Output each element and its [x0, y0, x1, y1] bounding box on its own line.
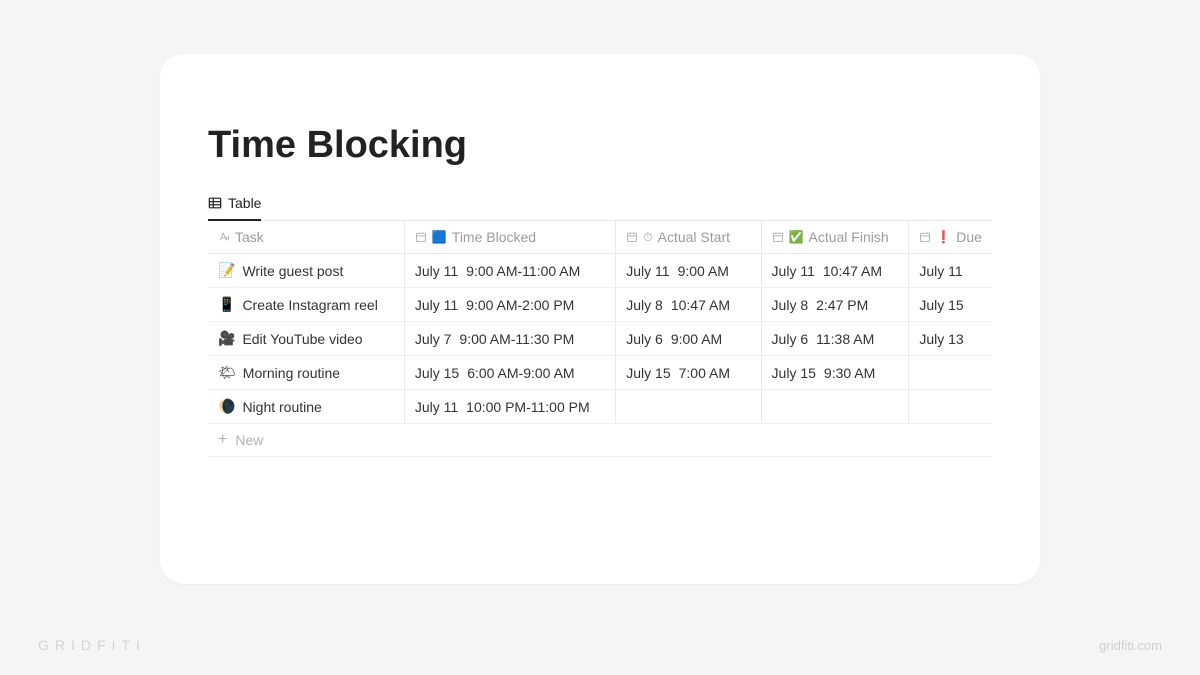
time-blocked-cell[interactable]: July 7 9:00 AM-11:30 PM — [404, 322, 615, 356]
actual-start-cell[interactable]: July 11 9:00 AM — [616, 254, 761, 288]
time-blocked-cell[interactable]: July 11 10:00 PM-11:00 PM — [404, 390, 615, 424]
column-header-due[interactable]: ❗ Due — [909, 221, 992, 254]
task-emoji-icon: 🌘 — [218, 398, 235, 415]
blocked-time: 9:00 AM-11:00 AM — [466, 263, 580, 279]
view-tabs: Table — [208, 195, 992, 221]
blocked-time: 10:00 PM-11:00 PM — [466, 399, 589, 415]
blocked-date: July 7 — [415, 331, 452, 347]
finish-time: 11:38 AM — [816, 331, 874, 347]
blocked-date: July 11 — [415, 399, 458, 415]
finish-date: July 8 — [772, 297, 809, 313]
task-emoji-icon: 📝 — [218, 262, 235, 279]
table-row[interactable]: 🎥 Edit YouTube video July 7 9:00 AM-11:30 P… — [208, 322, 992, 356]
blocked-time: 9:00 AM-2:00 PM — [466, 297, 574, 313]
due-cell[interactable]: July 15 — [909, 288, 992, 322]
table-row[interactable]: 🌘 Night routine July 11 10:00 PM-11:00 PM — [208, 390, 992, 424]
start-date: July 8 — [626, 297, 663, 313]
task-name: Create Instagram reel — [242, 297, 377, 313]
blocked-date: July 15 — [415, 365, 459, 381]
tab-table-label: Table — [228, 195, 261, 211]
table-row[interactable]: 📝 Write guest post July 11 9:00 AM-11:00 AM… — [208, 254, 992, 288]
due-cell[interactable] — [909, 356, 992, 390]
plus-icon: + — [218, 432, 227, 448]
start-time: 10:47 AM — [671, 297, 730, 313]
time-blocking-table: Task 🟦 Time Blocked — [208, 221, 992, 424]
blue-square-icon: 🟦 — [432, 230, 447, 244]
exclamation-icon: ❗ — [936, 230, 951, 244]
task-cell[interactable]: 🌘 Night routine — [208, 390, 404, 424]
task-cell[interactable]: 📝 Write guest post — [208, 254, 404, 288]
due-cell[interactable] — [909, 390, 992, 424]
task-emoji-icon: 🌤 — [218, 364, 236, 381]
table-row[interactable]: 📱 Create Instagram reel July 11 9:00 AM-2:0… — [208, 288, 992, 322]
date-property-icon — [919, 231, 931, 243]
start-date: July 15 — [626, 365, 670, 381]
add-new-row[interactable]: + New — [208, 424, 992, 457]
start-time: 9:00 AM — [671, 331, 722, 347]
task-name: Morning routine — [243, 365, 340, 381]
task-emoji-icon: 🎥 — [218, 330, 235, 347]
checkmark-icon: ✅ — [789, 230, 804, 244]
column-header-actual-start-label: Actual Start — [658, 229, 730, 245]
due-cell[interactable]: July 11 — [909, 254, 992, 288]
actual-start-cell[interactable]: July 6 9:00 AM — [616, 322, 761, 356]
finish-date: July 6 — [772, 331, 809, 347]
actual-start-cell[interactable] — [616, 390, 761, 424]
task-cell[interactable]: 🌤 Morning routine — [208, 356, 404, 390]
blocked-time: 6:00 AM-9:00 AM — [467, 365, 574, 381]
time-blocked-cell[interactable]: July 11 9:00 AM-2:00 PM — [404, 288, 615, 322]
table-row[interactable]: 🌤Morning routineJuly 156:00 AM-9:00 AMJu… — [208, 356, 992, 390]
start-date: July 6 — [626, 331, 663, 347]
table-icon — [208, 196, 222, 210]
task-cell[interactable]: 🎥 Edit YouTube video — [208, 322, 404, 356]
column-header-time-blocked[interactable]: 🟦 Time Blocked — [404, 221, 615, 254]
date-property-icon — [626, 231, 638, 243]
actual-finish-cell[interactable] — [761, 390, 909, 424]
column-header-task-label: Task — [235, 229, 264, 245]
time-blocked-cell[interactable]: July 15 6:00 AM-9:00 AM — [404, 356, 615, 390]
time-blocked-cell[interactable]: July 11 9:00 AM-11:00 AM — [404, 254, 615, 288]
column-header-task[interactable]: Task — [208, 221, 404, 254]
column-header-due-label: Due — [956, 229, 982, 245]
task-emoji-icon: 📱 — [218, 296, 235, 313]
actual-finish-cell[interactable]: July 15 9:30 AM — [761, 356, 909, 390]
stopwatch-icon: ⏱ — [643, 230, 652, 245]
start-time: 9:00 AM — [678, 263, 729, 279]
blocked-date: July 11 — [415, 263, 458, 279]
column-header-actual-start[interactable]: ⏱ Actual Start — [616, 221, 761, 254]
task-cell[interactable]: 📱 Create Instagram reel — [208, 288, 404, 322]
watermark-brand: GRIDFITI — [38, 637, 146, 653]
column-header-actual-finish-label: Actual Finish — [809, 229, 889, 245]
watermark-url: gridfiti.com — [1099, 638, 1162, 653]
start-date: July 11 — [626, 263, 669, 279]
new-row-label: New — [235, 432, 263, 448]
actual-start-cell[interactable]: July 8 10:47 AM — [616, 288, 761, 322]
actual-finish-cell[interactable]: July 8 2:47 PM — [761, 288, 909, 322]
tab-table[interactable]: Table — [208, 195, 261, 221]
actual-finish-cell[interactable]: July 6 11:38 AM — [761, 322, 909, 356]
finish-time: 10:47 AM — [823, 263, 882, 279]
blocked-date: July 11 — [415, 297, 458, 313]
date-property-icon — [415, 231, 427, 243]
task-name: Edit YouTube video — [242, 331, 362, 347]
page-card: Time Blocking Table Tas — [160, 54, 1040, 584]
column-header-time-blocked-label: Time Blocked — [452, 229, 536, 245]
blocked-time: 9:00 AM-11:30 PM — [459, 331, 574, 347]
due-cell[interactable]: July 13 — [909, 322, 992, 356]
finish-time: 2:47 PM — [816, 297, 868, 313]
task-name: Night routine — [242, 399, 321, 415]
finish-date: July 11 — [772, 263, 815, 279]
finish-time: 9:30 AM — [824, 365, 875, 381]
start-time: 7:00 AM — [679, 365, 730, 381]
actual-start-cell[interactable]: July 15 7:00 AM — [616, 356, 761, 390]
actual-finish-cell[interactable]: July 11 10:47 AM — [761, 254, 909, 288]
date-property-icon — [772, 231, 784, 243]
column-header-actual-finish[interactable]: ✅ Actual Finish — [761, 221, 909, 254]
text-property-icon — [218, 231, 230, 243]
finish-date: July 15 — [772, 365, 816, 381]
page-title: Time Blocking — [208, 124, 992, 167]
task-name: Write guest post — [242, 263, 343, 279]
